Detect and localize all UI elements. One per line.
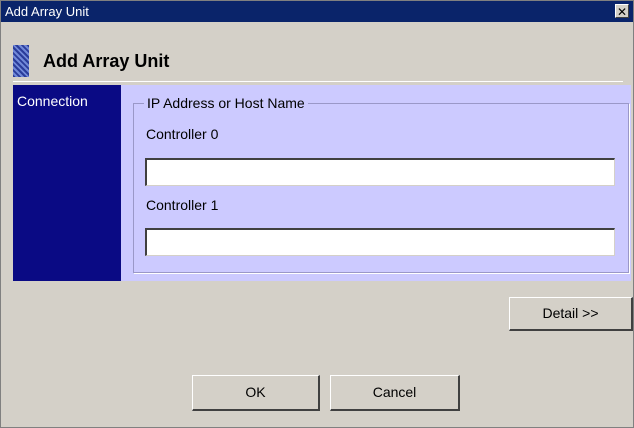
controller-1-field[interactable] [145,228,615,256]
controller-0-field[interactable] [145,158,615,186]
sidebar-item-connection[interactable]: Connection [17,93,88,109]
connection-panel: IP Address or Host Name Controller 0 Con… [121,85,631,281]
banner-icon [13,45,29,77]
address-group-label: IP Address or Host Name [144,95,308,111]
close-icon: ✕ [616,5,628,19]
header-divider [13,81,623,82]
dialog-header-title: Add Array Unit [43,51,170,71]
window-title: Add Array Unit [5,4,89,19]
title-bar[interactable]: Add Array Unit ✕ [1,1,633,22]
ok-button[interactable]: OK [192,375,320,411]
dialog-window: Add Array Unit ✕ Add Array Unit Connecti… [0,0,634,428]
controller-0-label: Controller 0 [146,126,219,142]
close-button[interactable]: ✕ [615,4,629,19]
detail-button[interactable]: Detail >> [509,297,633,331]
cancel-button[interactable]: Cancel [330,375,460,411]
sidebar: Connection [13,85,121,281]
address-group: IP Address or Host Name Controller 0 Con… [133,95,629,273]
controller-1-label: Controller 1 [146,197,219,213]
